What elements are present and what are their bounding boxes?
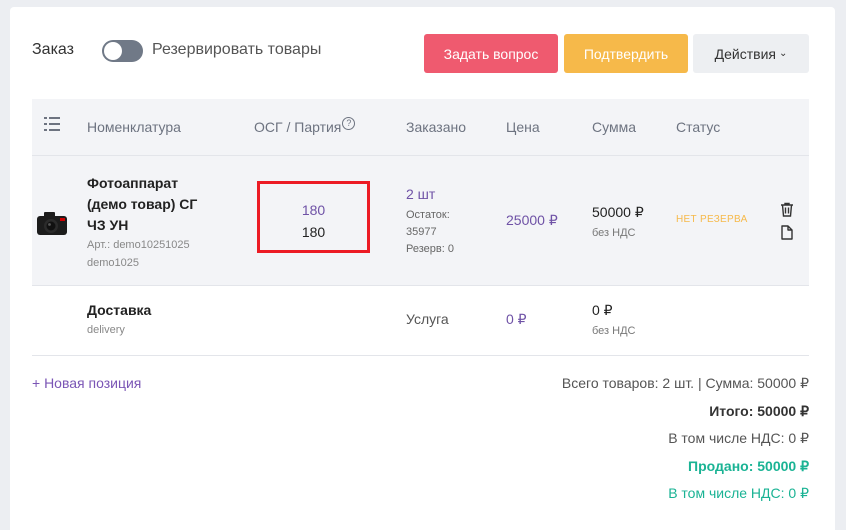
total-amount: Итого: 50000 ₽ <box>709 403 809 419</box>
totals-summary: Всего товаров: 2 шт. | Сумма: 50000 ₽ <box>561 375 809 391</box>
delivery-vat: без НДС <box>592 325 636 337</box>
stock-label: Остаток: <box>406 209 450 221</box>
col-nomenclature: Номенклатура <box>87 119 181 135</box>
product-code: demo1025 <box>87 257 139 269</box>
delivery-price[interactable]: 0 ₽ <box>506 311 527 328</box>
ordered-qty[interactable]: 2 шт <box>406 186 435 202</box>
col-osg: ОСГ / Партия? <box>254 117 356 136</box>
col-sum: Сумма <box>592 119 636 135</box>
add-position-link[interactable]: + Новая позиция <box>32 375 141 391</box>
actions-button[interactable]: Действия ⌄ <box>693 34 809 73</box>
table-header: Номенклатура ОСГ / Партия? Заказано Цена… <box>32 99 809 155</box>
table-row: Фотоаппарат (демо товар) СГ ЧЗ УН Арт.: … <box>32 155 809 286</box>
order-card: Заказ Резервировать товары Задать вопрос… <box>10 7 835 530</box>
batch-value: 180 <box>301 224 326 240</box>
delivery-type: Услуга <box>406 311 449 327</box>
reserve-toggle[interactable] <box>102 40 143 62</box>
col-ordered: Заказано <box>406 119 467 135</box>
order-label: Заказ <box>32 41 74 58</box>
col-price: Цена <box>506 119 540 135</box>
actions-label: Действия <box>714 45 776 62</box>
list-icon[interactable] <box>44 116 60 132</box>
col-status: Статус <box>676 119 721 135</box>
camera-icon <box>37 212 67 235</box>
delivery-code: delivery <box>87 324 125 336</box>
reserve-value: Резерв: 0 <box>406 243 454 255</box>
chevron-down-icon: ⌄ <box>778 48 788 59</box>
price-value[interactable]: 25000 ₽ <box>506 212 558 229</box>
sum-value: 50000 ₽ <box>592 204 644 220</box>
help-icon[interactable]: ? <box>342 117 356 130</box>
vat-note: без НДС <box>592 227 636 239</box>
status-badge: НЕТ РЕЗЕРВА <box>676 214 748 225</box>
ask-question-button[interactable]: Задать вопрос <box>424 34 558 73</box>
delivery-sum: 0 ₽ <box>592 302 613 318</box>
document-icon[interactable] <box>781 225 793 240</box>
trash-icon[interactable] <box>780 202 794 217</box>
vat-included: В том числе НДС: 0 ₽ <box>668 430 809 446</box>
table-row: Доставка delivery Услуга 0 ₽ 0 ₽ без НДС <box>32 286 809 356</box>
delivery-name[interactable]: Доставка <box>87 302 151 318</box>
product-sku: Арт.: demo10251025 <box>87 239 190 251</box>
sold-amount: Продано: 50000 ₽ <box>688 458 809 474</box>
product-name[interactable]: Фотоаппарат (демо товар) СГ ЧЗ УН <box>87 173 212 236</box>
osg-value[interactable]: 180 <box>257 202 370 218</box>
sold-vat-included: В том числе НДС: 0 ₽ <box>668 485 809 501</box>
confirm-button[interactable]: Подтвердить <box>564 34 688 73</box>
toggle-knob <box>104 42 122 60</box>
col-osg-label: ОСГ / Партия <box>254 119 342 135</box>
reserve-label: Резервировать товары <box>152 41 322 58</box>
stock-value: 35977 <box>406 226 437 238</box>
